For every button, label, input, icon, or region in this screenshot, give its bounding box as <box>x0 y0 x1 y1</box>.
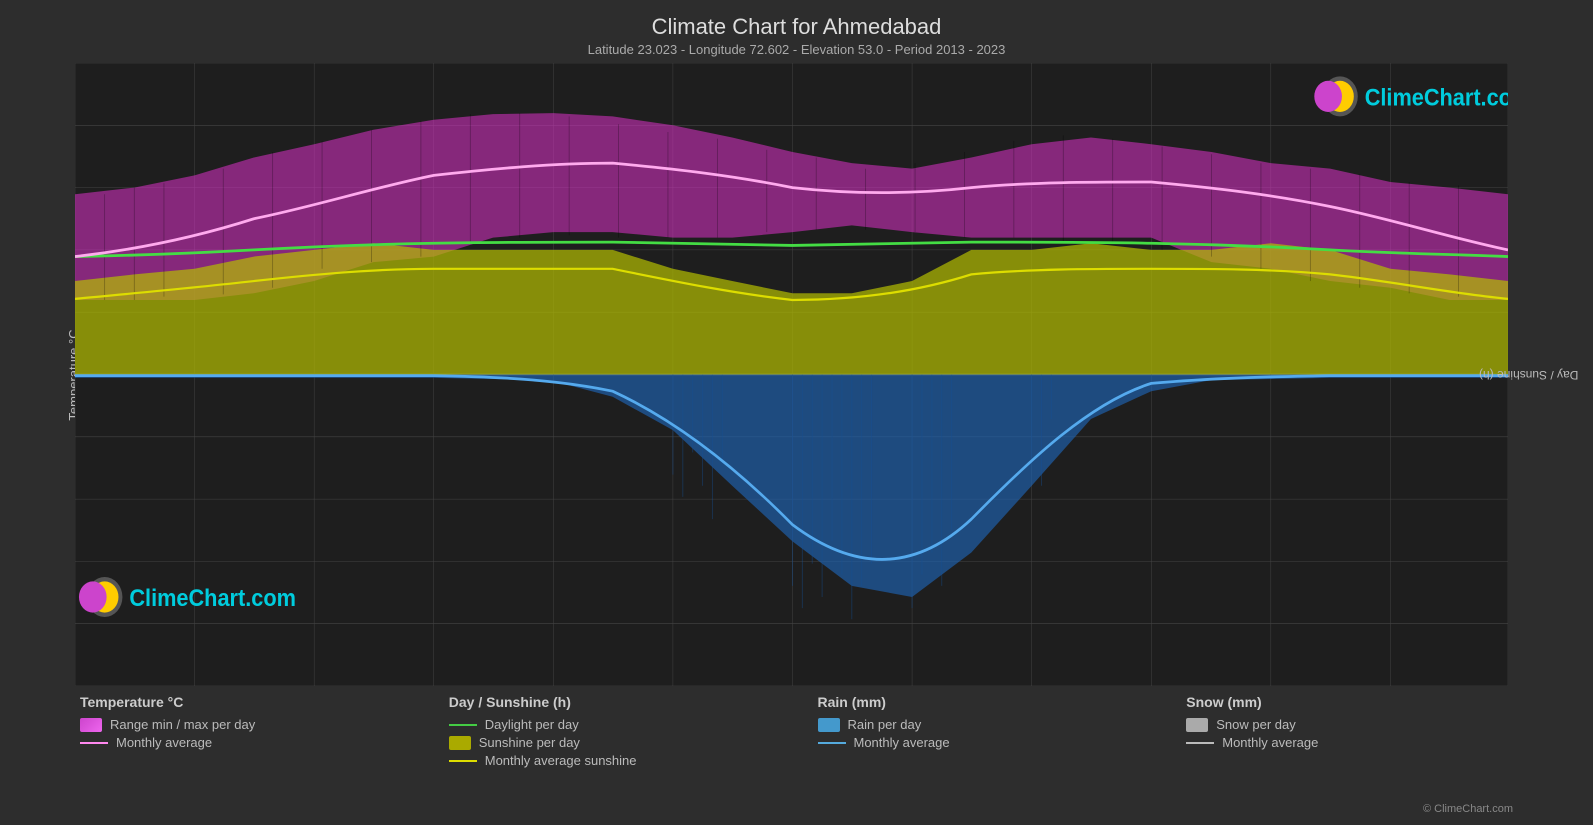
legend-sunshine-title: Day / Sunshine (h) <box>449 694 816 710</box>
legend-sunshine-avg-label: Monthly average sunshine <box>485 753 637 768</box>
legend-daylight: Daylight per day <box>449 717 816 732</box>
legend-temp: Temperature °C Range min / max per day M… <box>80 694 447 796</box>
legend-sunshine-day: Sunshine per day <box>449 735 816 750</box>
legend-temp-range-swatch <box>80 718 102 732</box>
legend-rain-avg-label: Monthly average <box>854 735 950 750</box>
legend-temp-avg-label: Monthly average <box>116 735 212 750</box>
legend-sunshine-day-label: Sunshine per day <box>479 735 580 750</box>
legend-snow-avg: Monthly average <box>1186 735 1553 750</box>
chart-title: Climate Chart for Ahmedabad <box>20 14 1573 40</box>
legend-snow-day: Snow per day <box>1186 717 1553 732</box>
legend-temp-range-label: Range min / max per day <box>110 717 255 732</box>
page-container: Climate Chart for Ahmedabad Latitude 23.… <box>0 0 1593 825</box>
legend-rain: Rain (mm) Rain per day Monthly average <box>818 694 1185 796</box>
legend-temp-avg-line <box>80 742 108 744</box>
chart-main: 50 40 30 20 10 0 -10 -20 -30 -40 -50 24 … <box>75 63 1508 686</box>
chart-area: Temperature °C <box>20 63 1573 686</box>
legend-rain-day: Rain per day <box>818 717 1185 732</box>
legend-rain-avg-line <box>818 742 846 744</box>
legend-rain-avg: Monthly average <box>818 735 1185 750</box>
legend-sunshine-avg: Monthly average sunshine <box>449 753 816 768</box>
legend-snow-title: Snow (mm) <box>1186 694 1553 710</box>
y-axis-right: Day / Sunshine (h) <box>1508 63 1573 686</box>
legend-sunshine-swatch <box>449 736 471 750</box>
legend-daylight-line <box>449 724 477 726</box>
svg-text:ClimeChart.com: ClimeChart.com <box>1365 83 1508 110</box>
svg-text:ClimeChart.com: ClimeChart.com <box>129 584 296 611</box>
y-axis-left: Temperature °C <box>20 63 75 686</box>
legend-sunshine-avg-line <box>449 760 477 762</box>
legend-temp-range: Range min / max per day <box>80 717 447 732</box>
chart-subtitle: Latitude 23.023 - Longitude 72.602 - Ele… <box>20 42 1573 57</box>
legend-snow-avg-line <box>1186 742 1214 744</box>
chart-svg: 50 40 30 20 10 0 -10 -20 -30 -40 -50 24 … <box>75 63 1508 686</box>
legend-rain-swatch <box>818 718 840 732</box>
legend-snow-avg-label: Monthly average <box>1222 735 1318 750</box>
copyright: © ClimeChart.com <box>20 803 1573 815</box>
legend-rain-day-label: Rain per day <box>848 717 922 732</box>
legend-sunshine: Day / Sunshine (h) Daylight per day Suns… <box>449 694 816 796</box>
legend-daylight-label: Daylight per day <box>485 717 579 732</box>
legend-rain-title: Rain (mm) <box>818 694 1185 710</box>
legend-snow: Snow (mm) Snow per day Monthly average <box>1186 694 1553 796</box>
legend-snow-day-label: Snow per day <box>1216 717 1296 732</box>
legend-temp-avg: Monthly average <box>80 735 447 750</box>
legend-snow-swatch <box>1186 718 1208 732</box>
legend-temp-title: Temperature °C <box>80 694 447 710</box>
legend-area: Temperature °C Range min / max per day M… <box>20 686 1573 801</box>
